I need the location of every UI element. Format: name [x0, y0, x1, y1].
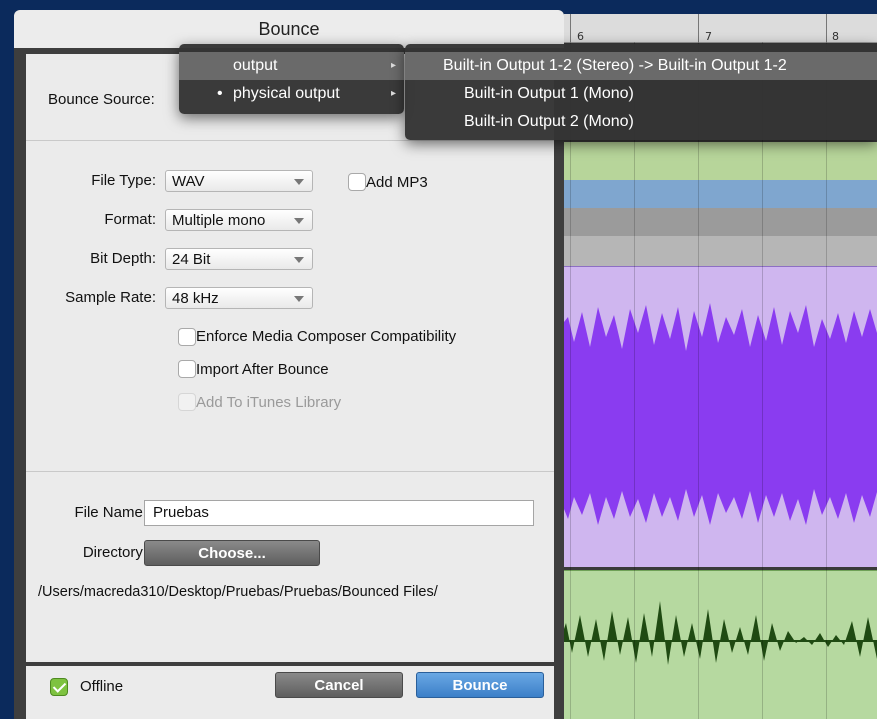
import-after-bounce-checkbox[interactable]: [178, 360, 196, 378]
format-select[interactable]: Multiple mono: [165, 209, 313, 231]
track-lane[interactable]: [560, 208, 877, 236]
bit-depth-select[interactable]: 24 Bit: [165, 248, 313, 270]
add-to-itunes-label: Add To iTunes Library: [196, 394, 342, 411]
waveform-purple: [560, 303, 877, 525]
file-type-label: File Type:: [91, 172, 156, 189]
directory-label: Directory:: [82, 544, 147, 561]
audio-clip-purple[interactable]: [560, 266, 877, 567]
sample-rate-label: Sample Rate:: [65, 289, 156, 306]
output-submenu: Built-in Output 1-2 (Stereo) -> Built-in…: [405, 44, 877, 140]
menu-item-label: Built-in Output 1-2 (Stereo) -> Built-in…: [443, 57, 787, 74]
bit-depth-label: Bit Depth:: [90, 250, 156, 267]
add-mp3-label: Add MP3: [366, 174, 428, 191]
menu-item-output[interactable]: output ▸: [179, 52, 404, 80]
file-location-panel: File Name: Pruebas Directory: Choose... …: [26, 472, 554, 662]
track-lane[interactable]: [560, 142, 877, 180]
enforce-media-composer-label: Enforce Media Composer Compatibility: [196, 328, 457, 345]
format-label: Format:: [104, 211, 156, 228]
sample-rate-value: 48 kHz: [172, 290, 219, 307]
cancel-button[interactable]: Cancel: [275, 672, 403, 698]
submenu-item-output-1-mono[interactable]: Built-in Output 1 (Mono): [405, 80, 877, 108]
offline-label: Offline: [80, 678, 124, 695]
menu-item-label: physical output: [233, 85, 340, 102]
format-settings-panel: File Type: WAV Add MP3 Format: Multiple …: [26, 141, 554, 472]
file-type-select[interactable]: WAV: [165, 170, 313, 192]
choose-directory-button[interactable]: Choose...: [144, 540, 320, 566]
add-to-itunes-checkbox: [178, 393, 196, 411]
track-lane[interactable]: [560, 236, 877, 266]
file-type-value: WAV: [172, 173, 205, 190]
audio-clip-green[interactable]: [560, 570, 877, 711]
sample-rate-select[interactable]: 48 kHz: [165, 287, 313, 309]
menu-item-label: output: [233, 57, 278, 74]
submenu-arrow-icon: ▸: [390, 88, 396, 99]
dialog-title[interactable]: Bounce: [14, 10, 564, 48]
dialog-footer: Offline Cancel Bounce: [26, 666, 554, 719]
menu-item-physical-output[interactable]: • physical output ▸: [179, 80, 404, 108]
bounce-source-menu: output ▸ • physical output ▸: [179, 44, 404, 114]
import-after-bounce-label: Import After Bounce: [196, 361, 329, 378]
file-name-field[interactable]: Pruebas: [144, 500, 534, 526]
chevron-down-icon: [294, 257, 304, 263]
ruler-number: 7: [705, 30, 712, 43]
bit-depth-value: 24 Bit: [172, 251, 211, 268]
add-mp3-checkbox[interactable]: [348, 173, 366, 191]
submenu-item-output-stereo[interactable]: Built-in Output 1-2 (Stereo) -> Built-in…: [405, 52, 877, 80]
submenu-arrow-icon: ▸: [390, 60, 396, 71]
timeline-ruler[interactable]: 6 7 8: [560, 14, 877, 43]
track-lane[interactable]: [560, 180, 877, 208]
ruler-number: 8: [832, 30, 839, 43]
format-value: Multiple mono: [172, 212, 266, 229]
directory-path: /Users/macreda310/Desktop/Pruebas/Prueba…: [38, 584, 438, 600]
menu-item-label: Built-in Output 1 (Mono): [464, 85, 634, 102]
bounce-source-label: Bounce Source:: [48, 91, 155, 108]
ruler-number: 6: [577, 30, 584, 43]
offline-checkbox[interactable]: [50, 678, 68, 696]
bullet-icon: •: [217, 85, 223, 102]
chevron-down-icon: [294, 179, 304, 185]
menu-item-label: Built-in Output 2 (Mono): [464, 113, 634, 130]
chevron-down-icon: [294, 296, 304, 302]
waveform-green: [560, 601, 877, 665]
file-name-value: Pruebas: [153, 504, 209, 521]
chevron-down-icon: [294, 218, 304, 224]
enforce-media-composer-checkbox[interactable]: [178, 328, 196, 346]
file-name-label: File Name:: [74, 504, 147, 521]
submenu-item-output-2-mono[interactable]: Built-in Output 2 (Mono): [405, 108, 877, 136]
bounce-button[interactable]: Bounce: [416, 672, 544, 698]
track-lane[interactable]: [560, 710, 877, 719]
